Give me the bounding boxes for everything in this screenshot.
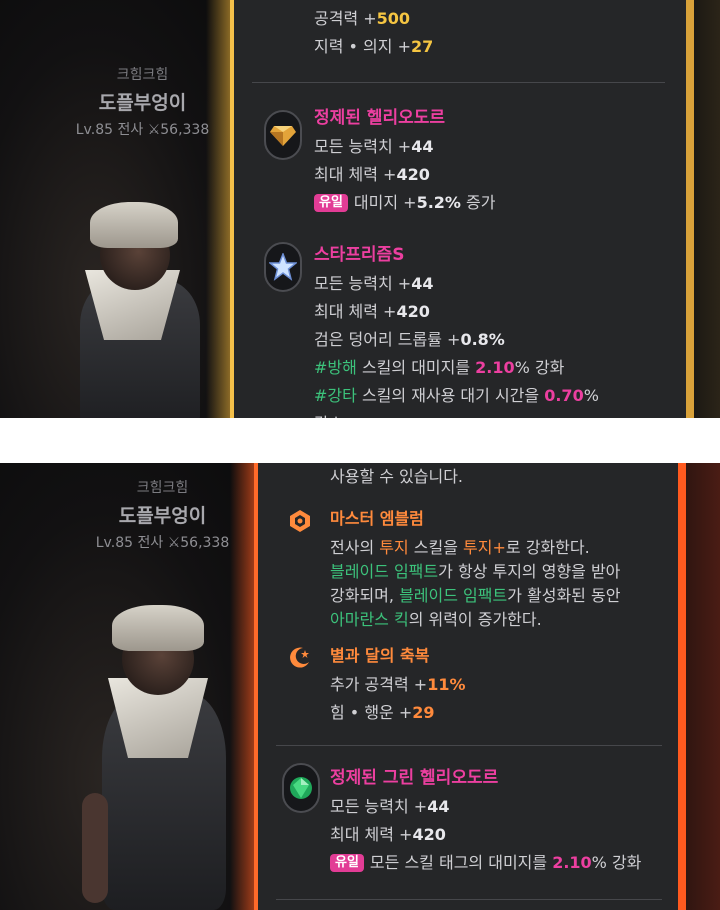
class-name: 전사 [117,122,144,138]
section-divider [276,899,662,900]
top-screenshot-panel: 크힘크힘 도플부엉이 Lv.85 전사 ⚔56,338 공격력 +500 지력 … [0,0,720,418]
emblem-desc-line4: 아마란스 킥의 위력이 증가한다. [330,610,542,629]
section-divider [252,82,665,83]
unique-effect: 유일 모든 스킬 태그의 대미지를 2.10% 강화 [330,849,641,877]
orange-gem-icon [264,110,302,160]
skill-effect-smash: #강타 스킬의 재사용 대기 시간을 0.70% [314,386,599,405]
stat-bonus-attack: 추가 공격력 +11% [330,675,466,694]
emblem-icon [288,509,312,537]
perk-name-master-emblem: 마스터 엠블럼 [330,509,424,528]
unique-effect: 유일 대미지 +5.2% 증가 [314,189,495,217]
stat-drop-rate: 검은 덩어리 드롭률 +0.8% [314,330,505,349]
unique-badge: 유일 [314,194,348,212]
bottom-screenshot-panel: 크힘크힘 도플부엉이 Lv.85 전사 ⚔56,338 사용할 수 있습니다. … [0,463,720,910]
item-name-green-heliodor: 정제된 그린 헬리오도르 [330,768,499,788]
cut-off-line: 감소 [314,410,599,418]
character-name: 도플부엉이 [98,92,187,114]
section-divider [276,745,662,746]
guild-name: 크힘크힘 [116,67,169,83]
character-name: 도플부엉이 [118,505,207,527]
description-continued: 사용할 수 있습니다. [330,467,464,486]
right-frame-border [678,463,686,910]
emblem-desc-line2: 블레이드 임팩트가 항상 투지의 영향을 받아 [330,562,621,581]
level: Lv.85 [75,122,114,138]
green-gem-icon [282,763,320,813]
item-name-heliodor: 정제된 헬리오도르 [314,108,446,128]
character-portrait [60,190,210,418]
moon-star-icon [288,645,312,673]
combat-power: 56,338 [160,122,210,138]
star-prism-icon [264,242,302,292]
emblem-desc-line3: 강화되며, 블레이드 임팩트가 활성화된 동안 [330,586,621,605]
combat-power: 56,338 [180,535,230,551]
stat-max-hp: 최대 체력 +420 [330,825,446,844]
stat-all: 모든 능력치 +44 [330,797,450,816]
class-name: 전사 [137,535,164,551]
stat-max-hp: 최대 체력 +420 [314,302,430,321]
character-portrait [80,593,240,910]
stat-max-hp: 최대 체력 +420 [314,165,430,184]
guild-name: 크힘크힘 [136,480,189,496]
right-frame-border [686,0,694,418]
skill-effect-disrupt: #방해 스킬의 대미지를 2.10% 강화 [314,358,565,377]
stat-attack: 공격력 +500 [314,9,411,28]
character-info: 크힘크힘 도플부엉이 Lv.85 전사 ⚔56,338 [60,477,265,552]
stat-int-will: 지력 • 의지 +27 [314,37,434,56]
item-name-starprism: 스타프리즘S [314,245,405,265]
item-frame-glow [206,0,230,418]
crossed-swords-icon: ⚔ [147,122,161,138]
character-level-class-power: Lv.85 전사 ⚔56,338 [40,119,245,139]
character-level-class-power: Lv.85 전사 ⚔56,338 [60,532,265,552]
character-info: 크힘크힘 도플부엉이 Lv.85 전사 ⚔56,338 [40,64,245,139]
stat-all: 모든 능력치 +44 [314,137,434,156]
stat-str-luk: 힘 • 행운 +29 [330,703,435,722]
level: Lv.85 [95,535,134,551]
stat-all: 모든 능력치 +44 [314,274,434,293]
crossed-swords-icon: ⚔ [167,535,181,551]
perk-name-star-moon-blessing: 별과 달의 축복 [330,646,430,665]
emblem-desc-line1: 전사의 투지 스킬을 투지+로 강화한다. [330,538,590,557]
unique-badge: 유일 [330,854,364,872]
